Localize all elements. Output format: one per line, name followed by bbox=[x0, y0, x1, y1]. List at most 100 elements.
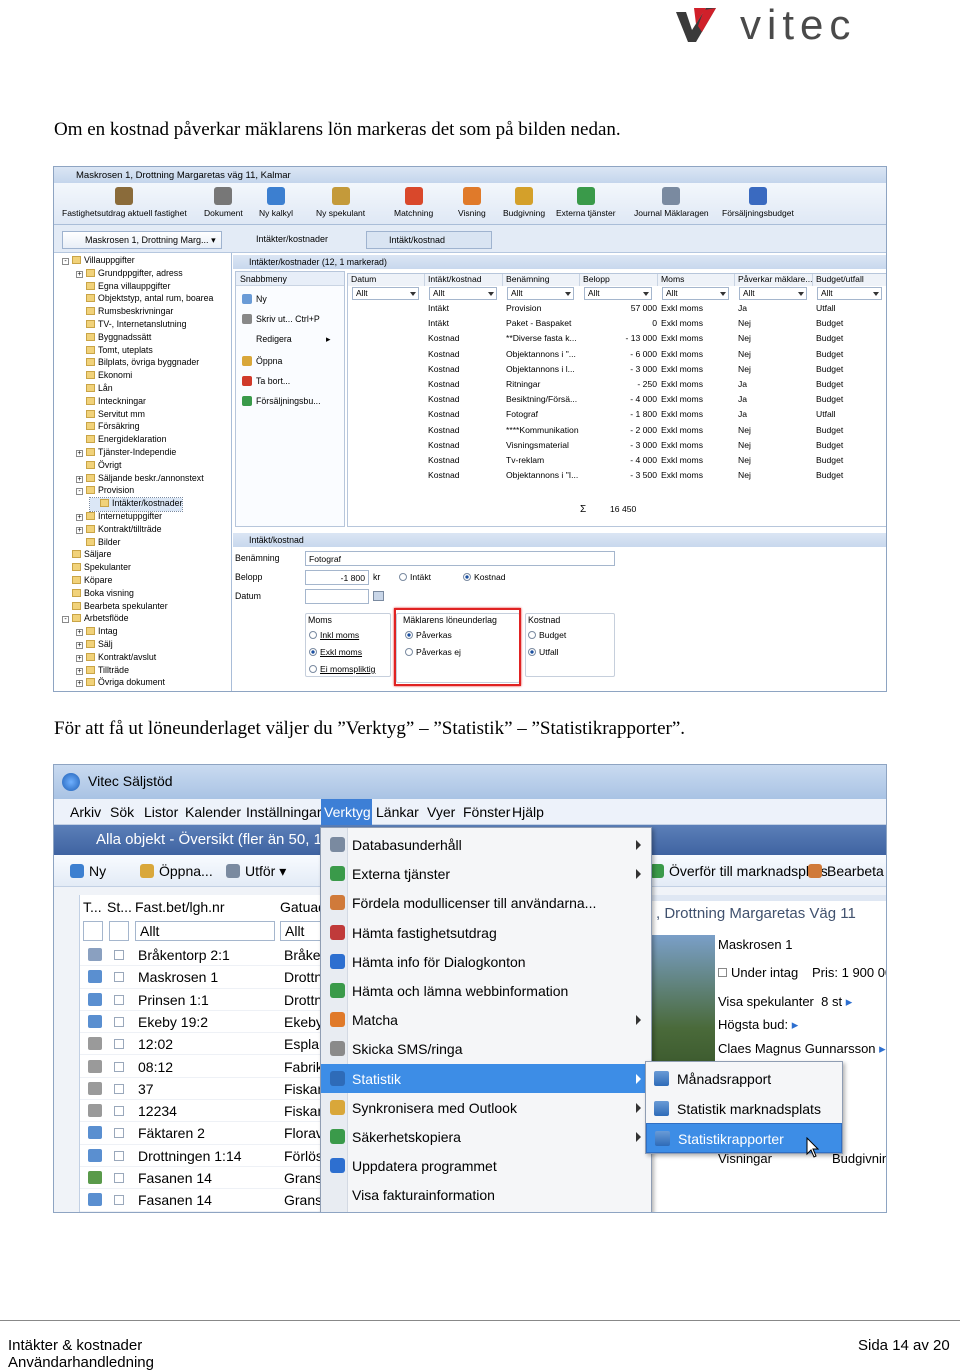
tree-item[interactable]: + Säljande beskr./annonstext bbox=[76, 473, 204, 486]
tree-item[interactable]: + Kontrakt/avslut bbox=[76, 652, 156, 665]
tree-item[interactable]: Försäkring bbox=[76, 421, 140, 434]
grid-filter[interactable]: Allt bbox=[352, 287, 419, 300]
tree-item[interactable]: - Provision bbox=[76, 485, 134, 498]
tree-item[interactable]: + Tillträde bbox=[76, 665, 129, 678]
radio-kostnad[interactable]: Kostnad bbox=[463, 572, 506, 582]
menu-item-fördela-modullicenser-till-användarna[interactable]: Fördela modullicenser till användarna... bbox=[321, 888, 651, 917]
tree-item[interactable]: TV-, Internetanslutning bbox=[76, 319, 187, 332]
tree-item[interactable]: Bearbeta spekulanter bbox=[62, 601, 168, 614]
tree-item[interactable]: Egna villauppgifter bbox=[76, 281, 170, 294]
menu-item-matcha[interactable]: Matcha bbox=[321, 1005, 651, 1034]
tree-item[interactable]: Säljare bbox=[62, 549, 111, 562]
tree-item[interactable]: - Arbetsflöde bbox=[62, 613, 129, 626]
radio-lone-1[interactable]: Påverkas ej bbox=[405, 647, 461, 657]
tree-expander[interactable]: + bbox=[76, 526, 83, 534]
toolbar-button-5[interactable]: Visning bbox=[458, 187, 486, 218]
list-row[interactable]: Fasanen 14 Granst bbox=[80, 1189, 324, 1212]
radio-kostnad-0[interactable]: Budget bbox=[528, 630, 566, 640]
row-checkbox[interactable] bbox=[114, 1173, 124, 1183]
quick-menu-item[interactable]: Ny bbox=[242, 294, 267, 304]
toolbar2-button-0[interactable]: Ny bbox=[70, 863, 106, 879]
tree-item[interactable]: Boka visning bbox=[62, 588, 134, 601]
menu-verktyg[interactable]: Verktyg bbox=[321, 799, 372, 825]
tree-item[interactable]: + Grundppgifter, adress bbox=[76, 268, 183, 281]
list-row[interactable]: 08:12 Fabriks bbox=[80, 1056, 324, 1078]
radio-moms-0[interactable]: Inkl moms bbox=[309, 630, 359, 640]
tree-expander[interactable]: + bbox=[76, 642, 83, 649]
tree-item[interactable]: Servitut mm bbox=[76, 409, 145, 422]
calendar-icon[interactable] bbox=[373, 591, 384, 601]
tree-expander[interactable]: + bbox=[76, 475, 83, 483]
toolbar-button-9[interactable]: Försäljningsbudget bbox=[722, 187, 794, 218]
list-header[interactable]: Fast.bet/lgh.nr bbox=[135, 899, 225, 915]
tree-expander[interactable]: + bbox=[76, 450, 83, 457]
grid-header[interactable]: Moms bbox=[658, 274, 735, 286]
toolbar2-right-1[interactable]: Bearbeta s bbox=[808, 863, 886, 879]
tree-expander[interactable]: - bbox=[62, 616, 69, 624]
tree-item[interactable]: Inteckningar bbox=[76, 396, 146, 409]
grid-filter[interactable]: Allt bbox=[429, 287, 497, 300]
radio-intakt[interactable]: Intäkt bbox=[399, 572, 431, 582]
tree-item[interactable]: Köpare bbox=[62, 575, 112, 588]
tree-item[interactable]: Energideklaration bbox=[76, 434, 166, 447]
grid-header[interactable]: Datum bbox=[348, 274, 425, 286]
tree-item[interactable]: + Internetuppgifter bbox=[76, 511, 162, 524]
tree-expander[interactable]: + bbox=[76, 514, 83, 521]
grid-filter[interactable]: Allt bbox=[817, 287, 882, 300]
radio-lone-0[interactable]: Påverkas bbox=[405, 630, 452, 640]
toolbar2-button-2[interactable]: Utför ▾ bbox=[226, 863, 286, 880]
submenu-item-0[interactable]: Månadsrapport bbox=[646, 1064, 842, 1094]
tree-item[interactable]: - Villauppgifter bbox=[62, 255, 135, 268]
tree-item[interactable]: Bilder bbox=[76, 537, 121, 550]
grid-header[interactable]: Påverkar mäklare... bbox=[735, 274, 813, 286]
row-checkbox[interactable] bbox=[114, 1083, 124, 1094]
tree-expander[interactable]: + bbox=[76, 629, 83, 637]
radio-moms-1[interactable]: Exkl moms bbox=[309, 647, 362, 657]
list-row[interactable]: Prinsen 1:1 Drottni bbox=[80, 989, 324, 1011]
row-checkbox[interactable] bbox=[114, 1039, 124, 1050]
list-row[interactable]: Bråkentorp 2:1 Bråken bbox=[80, 944, 324, 967]
row-checkbox[interactable] bbox=[114, 1106, 124, 1117]
list-header[interactable]: T... bbox=[83, 899, 102, 915]
tree-item[interactable]: + Intag bbox=[76, 626, 118, 639]
tree-expander[interactable]: + bbox=[76, 654, 83, 662]
menu-item-3[interactable]: Kalender bbox=[185, 804, 241, 820]
menu-item-skicka-sms-ringa[interactable]: Skicka SMS/ringa bbox=[321, 1034, 651, 1063]
tree-expander[interactable]: - bbox=[62, 258, 69, 265]
summary-agent[interactable]: Claes Magnus Gunnarsson ▸ bbox=[718, 1041, 886, 1057]
tree-item[interactable]: Tomt, uteplats bbox=[76, 345, 153, 358]
grid-filter[interactable]: Allt bbox=[739, 287, 807, 300]
tree-item[interactable]: + Kontrakt/tillträde bbox=[76, 524, 162, 537]
radio-moms-2[interactable]: Ei momspliktig bbox=[309, 664, 375, 674]
list-row[interactable]: 12:02 Esplan bbox=[80, 1033, 324, 1056]
quick-menu-item[interactable]: Ta bort... bbox=[242, 376, 290, 386]
grid-header[interactable]: Budget/utfall bbox=[813, 274, 886, 286]
tree-item[interactable]: Byggnadssätt bbox=[76, 332, 151, 345]
menu-item-7[interactable]: Vyer bbox=[427, 804, 455, 820]
menu-item-statistik[interactable]: Statistik bbox=[321, 1063, 651, 1093]
tab-intakter-kostnader[interactable]: Intäkter/kostnader bbox=[234, 231, 354, 249]
tree-expander[interactable]: + bbox=[76, 680, 83, 688]
row-checkbox[interactable] bbox=[114, 994, 124, 1005]
filter-dropdown-0[interactable] bbox=[83, 921, 103, 941]
tree-expander[interactable]: + bbox=[76, 270, 83, 278]
menu-item-externa-tjänster[interactable]: Externa tjänster bbox=[321, 859, 651, 888]
input-benamning[interactable]: Fotograf bbox=[305, 551, 615, 566]
radio-kostnad-1[interactable]: Utfall bbox=[528, 647, 559, 657]
toolbar-button-3[interactable]: Ny spekulant bbox=[316, 187, 365, 218]
grid-filter[interactable]: Allt bbox=[662, 287, 729, 300]
tree-item[interactable]: Spekulanter bbox=[62, 562, 131, 575]
row-checkbox[interactable] bbox=[114, 1061, 124, 1072]
list-row[interactable]: 37 Fiskare bbox=[80, 1078, 324, 1101]
menu-item-hämta-och-lämna-webbinformation[interactable]: Hämta och lämna webbinformation bbox=[321, 976, 651, 1005]
quick-menu-item[interactable]: Skriv ut... Ctrl+P bbox=[242, 314, 320, 324]
row-checkbox[interactable] bbox=[114, 1195, 124, 1206]
toolbar-button-8[interactable]: Journal Mäklaragen bbox=[634, 187, 709, 218]
menu-item-hämta-info-för-dialogkonton[interactable]: Hämta info för Dialogkonton bbox=[321, 947, 651, 976]
input-datum[interactable] bbox=[305, 589, 369, 604]
input-belopp[interactable]: -1 800 bbox=[305, 570, 369, 585]
tree-expander[interactable]: - bbox=[76, 488, 83, 496]
grid-filter[interactable]: Allt bbox=[507, 287, 574, 300]
tab-intakt-kostnad[interactable]: Intäkt/kostnad bbox=[366, 231, 492, 249]
row-checkbox[interactable] bbox=[114, 950, 124, 960]
